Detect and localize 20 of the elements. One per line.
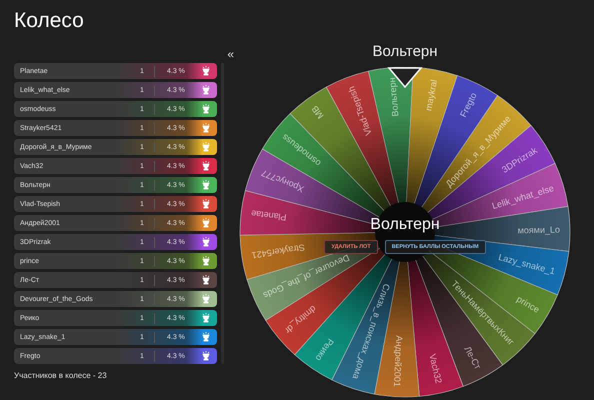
cup-icon <box>202 313 210 323</box>
cup-icon <box>202 123 210 133</box>
winner-name: Вольтерн <box>372 43 438 61</box>
cup-icon <box>202 66 210 76</box>
cup-icon <box>202 142 210 152</box>
cup-icon <box>202 180 210 190</box>
cup-icon <box>202 332 210 342</box>
page-title: Колесо <box>14 8 85 34</box>
cup-icon <box>202 161 210 171</box>
cup-icon <box>202 351 210 361</box>
cup-icon <box>202 85 210 95</box>
cup-icon <box>202 294 210 304</box>
participants-total: Участников в колесе - 23 <box>14 371 108 380</box>
cup-icon <box>202 104 210 114</box>
collapse-button[interactable]: « <box>227 48 234 60</box>
cup-icon <box>202 199 210 209</box>
cup-icon <box>202 256 210 266</box>
cup-icon <box>202 218 210 228</box>
cup-icon <box>202 275 210 285</box>
cup-icon <box>202 237 210 247</box>
